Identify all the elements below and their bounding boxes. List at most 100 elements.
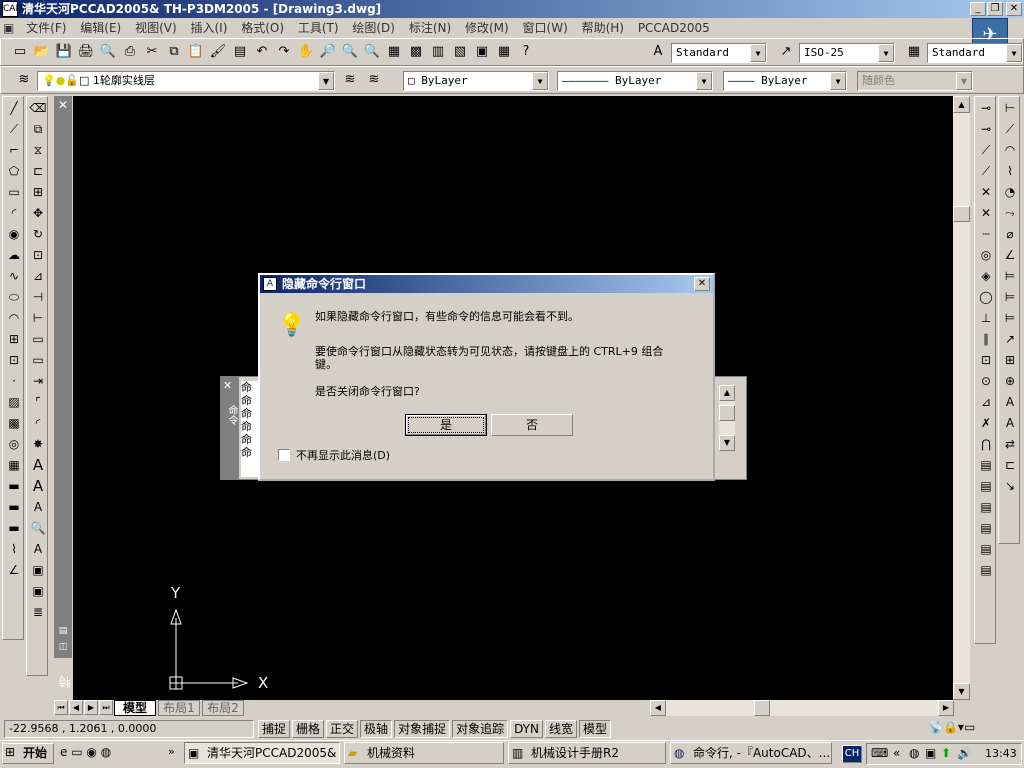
redo-icon[interactable]: ↷ [273,41,295,63]
array-icon[interactable]: ⊞ [27,182,49,202]
tab-prev-icon[interactable]: ◀ [69,700,83,715]
arc-icon[interactable]: ◜ [3,203,25,223]
fillet-icon[interactable]: ◜ [27,413,49,433]
grid-toggle[interactable]: 栅格 [292,720,325,738]
snap-midpoint-icon[interactable]: ⟋ [975,161,997,181]
task-handbook[interactable]: 机械设计手册R2 [508,742,666,764]
snap-from-icon[interactable]: ⊸ [975,119,997,139]
block-tag-icon[interactable]: ▤ [975,539,997,559]
rotate-icon[interactable]: ↻ [27,224,49,244]
linetype-select[interactable]: ——————— ByLayer ▼ [557,71,713,91]
snap-none-icon[interactable]: ✗ [975,413,997,433]
text-justify-icon[interactable]: ▣ [27,581,49,601]
no-button[interactable]: 否 [491,414,573,436]
dim-text-edit-icon[interactable]: A [999,413,1021,433]
menu-insert[interactable]: 插入(I) [185,18,232,38]
insert-block-icon[interactable]: ⊞ [3,329,25,349]
snap-intersection-icon[interactable]: ✕ [975,182,997,202]
copy-object-icon[interactable]: ⧉ [27,119,49,139]
dim-aligned-right-icon[interactable]: ⟋ [999,119,1021,139]
osnap-toggle[interactable]: 对象捕捉 [394,720,451,738]
otrack-toggle[interactable]: 对象追踪 [452,720,509,738]
snap-extension-icon[interactable]: ┄ [975,224,997,244]
hatch-icon[interactable]: ▨ [3,392,25,412]
mtext-icon[interactable]: A [27,476,49,496]
dim-baseline-right-icon[interactable]: ⊨ [999,287,1021,307]
mirror-icon[interactable]: ⧖ [27,140,49,160]
copy-icon[interactable]: ⧉ [163,41,185,63]
layer-select[interactable]: 💡●🔓□ 1轮廓实线层 ▼ [37,71,335,91]
make-block-icon[interactable]: ⊡ [3,350,25,370]
toolpalette-icon[interactable]: ▥ [427,41,449,63]
block-table-icon[interactable]: ▤ [975,518,997,538]
dim-update-icon[interactable]: ⇄ [999,434,1021,454]
move-icon[interactable]: ✥ [27,203,49,223]
layer-manager-icon[interactable]: ≋ [13,69,35,91]
menu-tools[interactable]: 工具(T) [293,18,344,38]
dim-linear-right-icon[interactable]: ⊢ [999,98,1021,118]
dim-edit-icon[interactable]: A [999,392,1021,412]
text-icon[interactable]: A [27,455,49,475]
lweight-toggle[interactable]: 线宽 [544,720,577,738]
break-at-point-icon[interactable]: ▭ [27,350,49,370]
paste-icon[interactable]: 📋 [185,41,207,63]
update-icon[interactable]: ⬆ [941,746,951,760]
point-icon[interactable]: · [3,371,25,391]
quicklaunch-media-icon[interactable]: ◉ [86,745,96,759]
menu-window[interactable]: 窗口(W) [518,18,573,38]
paste-special-icon[interactable]: ▤ [975,455,997,475]
stretch-icon[interactable]: ⊿ [27,266,49,286]
table-icon[interactable]: ▦ [3,455,25,475]
matchprop-icon[interactable]: 🖌 [207,41,229,63]
help-icon[interactable]: ? [515,41,537,63]
color-select[interactable]: □ ByLayer ▼ [403,71,549,91]
snap-quadrant-icon[interactable]: ◈ [975,266,997,286]
explode-icon[interactable]: ✸ [27,434,49,454]
calc-icon[interactable]: ▦ [493,41,515,63]
properties-palette[interactable]: ✕ 特性 ▤ ◫ [54,96,89,688]
close-icon[interactable]: ✕ [223,379,232,392]
gradient-icon[interactable]: ▩ [3,413,25,433]
vertical-scrollbar[interactable]: ▲ ▼ [953,96,970,700]
tray-app-icon[interactable]: ◍ [909,746,919,760]
make-current-layer-icon[interactable]: ≋ [339,69,361,91]
dim-baseline-icon[interactable]: ▬ [3,518,25,538]
scale-icon[interactable]: ⊡ [27,245,49,265]
snap-insert-icon[interactable]: ⊡ [975,350,997,370]
coordinates[interactable]: -22.9568 , 1.2061 , 0.0000 [4,720,254,738]
polygon-icon[interactable]: ⬠ [3,161,25,181]
table-style-icon[interactable]: ▦ [903,41,925,63]
close-button[interactable]: ✕ [1006,2,1022,16]
layer-previous-icon[interactable]: ≋ [363,69,385,91]
scroll-thumb[interactable] [953,206,970,222]
text-style-icon[interactable]: A [647,41,669,63]
polyline-icon[interactable]: ⌐ [3,140,25,160]
save-icon[interactable]: 💾 [53,41,75,63]
volume-icon[interactable]: 🔊 [957,746,972,760]
zoom-realtime-icon[interactable]: 🔎 [317,41,339,63]
publish-icon[interactable]: ⎙ [119,41,141,63]
menu-draw[interactable]: 绘图(D) [347,18,400,38]
dont-show-checkbox[interactable] [278,449,290,461]
table-style-select[interactable]: Standard ▼ [927,43,1023,63]
scroll-up-icon[interactable]: ▲ [953,96,970,113]
block-attr-icon[interactable]: ▤ [975,476,997,496]
snap-apparent-icon[interactable]: ✕ [975,203,997,223]
dim-continue-icon[interactable]: ⊨ [999,308,1021,328]
command-scrollbar[interactable]: ▲ ▼ [719,385,735,451]
dim-radius-icon[interactable]: ◔ [999,182,1021,202]
preview-icon[interactable]: 🔍 [97,41,119,63]
pan-icon[interactable]: ✋ [295,41,317,63]
block-edit-icon[interactable]: ▤ [975,560,997,580]
menu-modify[interactable]: 修改(M) [460,18,514,38]
hscroll-thumb[interactable] [754,700,770,716]
snap-parallel-icon[interactable]: ∥ [975,329,997,349]
language-indicator[interactable]: CH [842,745,862,763]
text-style-edit-icon[interactable]: A [27,539,49,559]
scroll-thumb[interactable] [719,405,735,421]
osnap-settings-icon[interactable]: ⋂ [975,434,997,454]
palette-menu-icon[interactable]: ▤ [56,626,70,640]
trim-icon[interactable]: ⊣ [27,287,49,307]
dim-linear-icon[interactable]: ▬ [3,476,25,496]
text-align-icon[interactable]: ≣ [27,602,49,622]
